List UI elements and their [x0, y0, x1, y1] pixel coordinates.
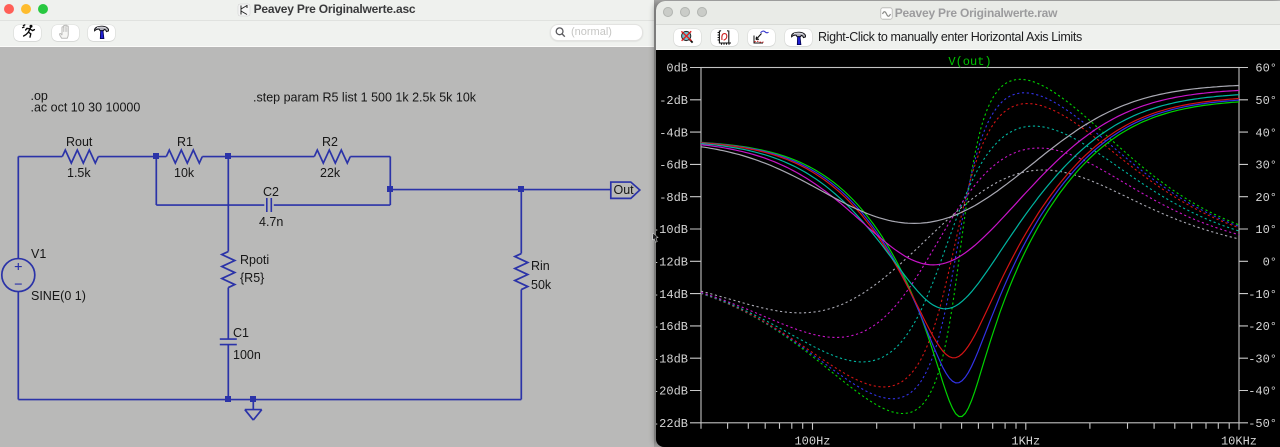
svg-text:0dB: 0dB: [666, 62, 688, 76]
svg-text:-22dB: -22dB: [656, 417, 688, 431]
svg-text:-8dB: -8dB: [659, 191, 688, 205]
svg-text:-10dB: -10dB: [656, 223, 688, 237]
svg-text:-30°: -30°: [1248, 352, 1277, 366]
svg-text:C2: C2: [263, 185, 279, 199]
svg-text:100Hz: 100Hz: [794, 435, 830, 447]
svg-text:-20°: -20°: [1248, 320, 1277, 334]
svg-text:40°: 40°: [1255, 126, 1277, 140]
svg-text:10k: 10k: [174, 166, 195, 180]
svg-text:50°: 50°: [1255, 94, 1277, 108]
svg-text:Out: Out: [614, 183, 635, 197]
svg-text:0°: 0°: [1263, 256, 1277, 270]
svg-text:Rin: Rin: [531, 259, 550, 273]
svg-text:-6dB: -6dB: [659, 159, 688, 173]
svg-text:30°: 30°: [1255, 159, 1277, 173]
svg-text:.step param R5 list 1 500 1k 2: .step param R5 list 1 500 1k 2.5k 5k 10k: [253, 91, 477, 105]
svg-text:Rpoti: Rpoti: [240, 253, 269, 267]
svg-text:10°: 10°: [1255, 223, 1277, 237]
svg-text:-50°: -50°: [1248, 417, 1277, 431]
svg-text:R1: R1: [177, 135, 193, 149]
svg-text:{R5}: {R5}: [240, 271, 264, 285]
svg-text:4.7n: 4.7n: [259, 215, 283, 229]
svg-text:100n: 100n: [233, 348, 261, 362]
svg-text:SINE(0 1): SINE(0 1): [31, 289, 86, 303]
svg-text:-14dB: -14dB: [656, 288, 688, 302]
svg-text:22k: 22k: [320, 166, 341, 180]
svg-text:1.5k: 1.5k: [67, 166, 91, 180]
svg-text:-20dB: -20dB: [656, 385, 688, 399]
svg-text:-18dB: -18dB: [656, 352, 688, 366]
svg-text:.ac oct 10 30 10000: .ac oct 10 30 10000: [31, 101, 141, 115]
svg-text:C1: C1: [233, 326, 249, 340]
svg-text:V(out): V(out): [948, 55, 991, 69]
svg-text:-2dB: -2dB: [659, 94, 688, 108]
svg-text:Rout: Rout: [66, 135, 93, 149]
svg-text:-40°: -40°: [1248, 385, 1277, 399]
svg-text:1KHz: 1KHz: [1011, 435, 1040, 447]
svg-text:V1: V1: [31, 247, 46, 261]
svg-text:-4dB: -4dB: [659, 126, 688, 140]
svg-text:-12dB: -12dB: [656, 256, 688, 270]
svg-text:10KHz: 10KHz: [1221, 435, 1257, 447]
svg-text:R2: R2: [322, 135, 338, 149]
svg-text:-16dB: -16dB: [656, 320, 688, 334]
svg-text:-10°: -10°: [1248, 288, 1277, 302]
svg-text:60°: 60°: [1255, 62, 1277, 76]
svg-text:50k: 50k: [531, 278, 552, 292]
svg-text:20°: 20°: [1255, 191, 1277, 205]
